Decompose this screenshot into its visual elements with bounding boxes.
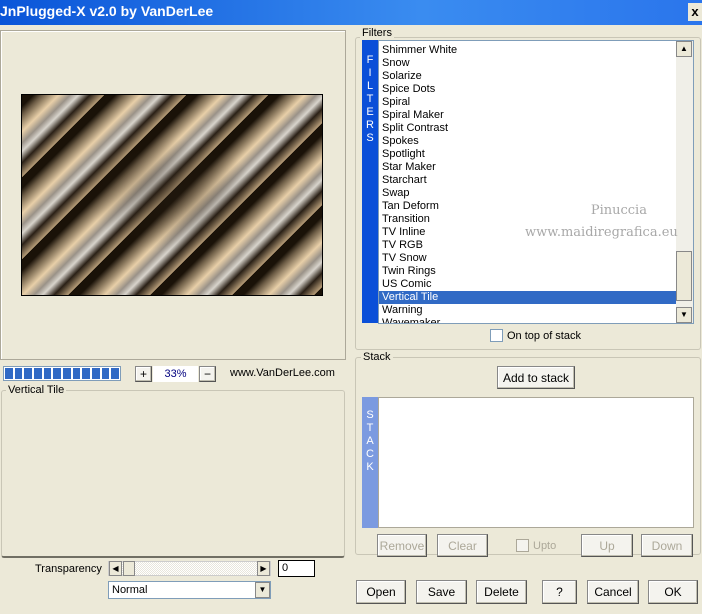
cancel-button[interactable]: Cancel [587, 580, 639, 604]
blend-mode-value: Normal [112, 584, 148, 596]
window-title: JnPlugged-X v2.0 by VanDerLee [0, 3, 214, 19]
ok-button[interactable]: OK [648, 580, 698, 604]
down-button[interactable]: Down [641, 534, 693, 557]
filter-item[interactable]: Starchart [379, 174, 677, 187]
remove-button[interactable]: Remove [377, 534, 427, 557]
filter-item[interactable]: Twin Rings [379, 265, 677, 278]
progress-segment [14, 368, 23, 379]
progress-segment [82, 368, 91, 379]
slider-right-arrow-icon[interactable]: ▶ [257, 561, 270, 576]
slider-thumb[interactable] [123, 561, 135, 576]
zoom-out-button[interactable]: − [199, 366, 216, 382]
up-button[interactable]: Up [581, 534, 633, 557]
progress-segment [63, 368, 71, 379]
filter-item[interactable]: Spotlight [379, 148, 677, 161]
close-button[interactable]: x [688, 3, 702, 21]
progress-segment [72, 368, 81, 379]
scroll-up-icon[interactable]: ▲ [676, 41, 692, 57]
transparency-label: Transparency [35, 563, 102, 575]
title-bar: JnPlugged-X v2.0 by VanDerLee [0, 0, 702, 25]
save-button[interactable]: Save [416, 580, 467, 604]
slider-left-arrow-icon[interactable]: ◀ [109, 561, 122, 576]
strip-label: FILTERS [366, 54, 374, 144]
website-link[interactable]: www.VanDerLee.com [230, 367, 335, 379]
progress-segment [101, 368, 110, 379]
filter-item[interactable]: Star Maker [379, 161, 677, 174]
filter-item[interactable]: Swap [379, 187, 677, 200]
progress-segment [24, 368, 33, 379]
filter-item[interactable]: Spiral Maker [379, 109, 677, 122]
scroll-thumb[interactable] [676, 251, 692, 301]
upto-label: Upto [533, 540, 557, 552]
filter-scrollbar[interactable]: ▲ ▼ [676, 41, 693, 323]
watermark-url: www.maidiregrafica.eu [525, 225, 678, 240]
filter-item[interactable]: Wavemaker [379, 317, 677, 323]
preview-image [21, 94, 323, 296]
watermark-name: Pinuccia [590, 203, 647, 218]
stack-strip: STACK [362, 397, 378, 528]
filter-item[interactable]: Shimmer White [379, 44, 677, 57]
delete-button[interactable]: Delete [476, 580, 527, 604]
clear-button[interactable]: Clear [437, 534, 488, 557]
progress-segment [92, 368, 100, 379]
blend-mode-select[interactable]: Normal ▼ [108, 581, 271, 599]
filters-strip: FILTERS [362, 40, 378, 323]
progress-bar [3, 366, 121, 381]
progress-segment [53, 368, 62, 379]
filter-item[interactable]: Warning [379, 304, 677, 317]
filters-group-label: Filters [360, 27, 394, 39]
stack-group-label: Stack [361, 351, 393, 363]
strip-label: STACK [366, 409, 374, 473]
filter-item[interactable]: Spiral [379, 96, 677, 109]
progress-segment [34, 368, 42, 379]
progress-segment [43, 368, 52, 379]
add-to-stack-button[interactable]: Add to stack [497, 366, 575, 389]
settings-group [1, 390, 345, 558]
zoom-level: 33% [153, 366, 198, 382]
watermark: Pinuccia www.maidiregrafica.eu [525, 200, 678, 244]
settings-group-label: Vertical Tile [6, 384, 67, 396]
progress-segment [111, 368, 120, 379]
transparency-input[interactable]: 0 [278, 560, 315, 577]
progress-segment [5, 368, 13, 379]
filter-item[interactable]: US Comic [379, 278, 677, 291]
on-top-checkbox[interactable] [490, 329, 503, 342]
filter-item[interactable]: Vertical Tile [379, 291, 677, 304]
on-top-label: On top of stack [507, 330, 581, 342]
filter-item[interactable]: Split Contrast [379, 122, 677, 135]
open-button[interactable]: Open [356, 580, 406, 604]
upto-checkbox[interactable] [516, 539, 529, 552]
filter-item[interactable]: Solarize [379, 70, 677, 83]
scroll-down-icon[interactable]: ▼ [676, 307, 692, 323]
transparency-slider[interactable]: ◀ ▶ [108, 561, 271, 576]
filter-item[interactable]: TV Snow [379, 252, 677, 265]
filter-item[interactable]: Snow [379, 57, 677, 70]
stack-list[interactable] [378, 397, 694, 528]
filter-item[interactable]: Spice Dots [379, 83, 677, 96]
chevron-down-icon[interactable]: ▼ [255, 582, 270, 598]
help-button[interactable]: ? [542, 580, 577, 604]
filter-list[interactable]: Shimmer White Snow Solarize Spice Dots Spira… [378, 40, 694, 324]
zoom-in-button[interactable]: + [135, 366, 152, 382]
filter-item[interactable]: Spokes [379, 135, 677, 148]
